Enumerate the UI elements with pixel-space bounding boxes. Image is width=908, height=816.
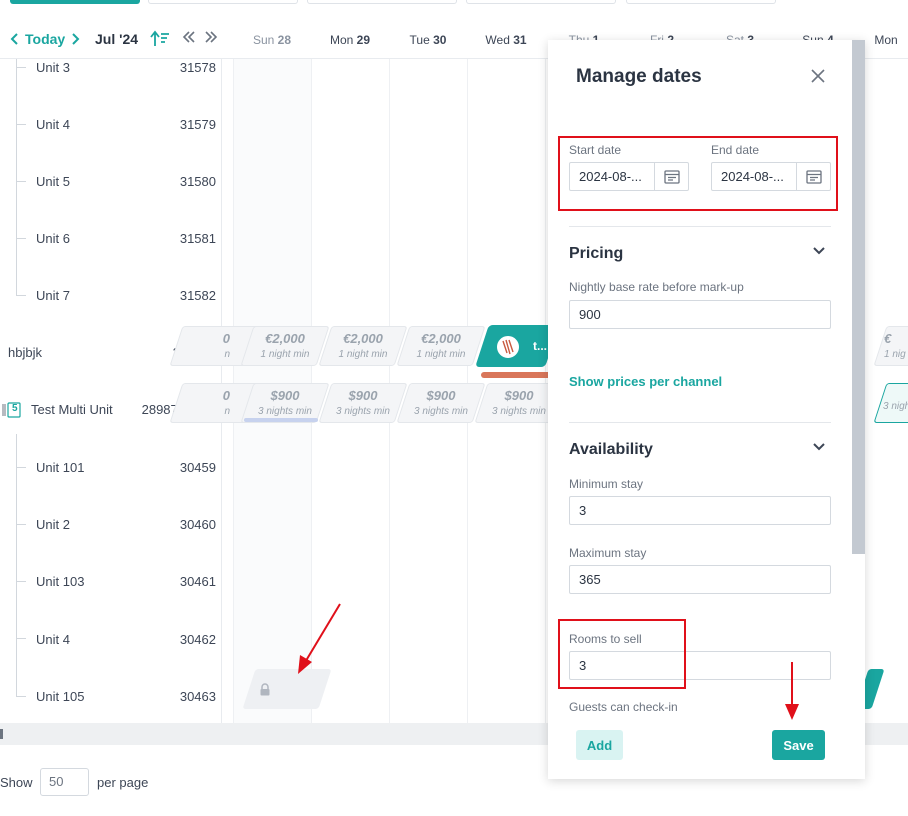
manage-dates-panel: Manage dates Start date End date 2024-08…: [548, 40, 865, 779]
unit-row[interactable]: Unit 3 31578: [0, 60, 222, 117]
rate-cell-text: $900 3 nights min: [336, 388, 390, 417]
rate-cell-text: 0n: [222, 388, 230, 417]
double-chevron-right-icon[interactable]: [204, 30, 218, 47]
guests-check-in-label: Guests can check-in: [569, 700, 678, 714]
maximum-stay-input[interactable]: 365: [569, 565, 831, 594]
day-header: Sun 28: [252, 33, 292, 47]
rate-cell-text: €2,000 1 night min: [338, 331, 388, 360]
unit-row[interactable]: Unit 6 31581: [0, 231, 222, 288]
view-tab-active[interactable]: [10, 0, 140, 4]
rate-cell-text: €2,000 1 night min: [260, 331, 310, 360]
double-chevron-left-icon[interactable]: [182, 30, 196, 47]
calendar-icon[interactable]: [796, 163, 830, 190]
view-tab[interactable]: [307, 0, 457, 4]
rate-cell-text: 3 nigh: [883, 401, 908, 412]
end-date-label: End date: [711, 143, 760, 157]
unit-row[interactable]: Unit 4 30462: [0, 632, 222, 689]
modal-title: Manage dates: [576, 66, 702, 87]
start-date-field[interactable]: 2024-08-...: [569, 162, 689, 191]
rate-cell-text: €1 nig: [884, 331, 906, 360]
per-page-input[interactable]: 50: [40, 768, 89, 796]
chevron-right-icon: [72, 33, 80, 45]
day-header: Tue 30: [409, 33, 447, 47]
minimum-stay-input[interactable]: 3: [569, 496, 831, 525]
rate-cell-text: $900 3 nights min: [258, 388, 312, 417]
today-label: Today: [25, 31, 66, 47]
rate-cell-text: €2,000 1 night min: [416, 331, 466, 360]
booking-label: t...: [533, 339, 547, 353]
rate-cell-text: $900 3 nights min: [414, 388, 468, 417]
calendar-icon[interactable]: [654, 163, 688, 190]
chevron-down-icon[interactable]: [812, 442, 826, 452]
end-date-field[interactable]: 2024-08-...: [711, 162, 831, 191]
divider: [569, 226, 831, 227]
chevron-down-icon[interactable]: [812, 246, 826, 256]
multi-unit-count: 5: [12, 403, 18, 414]
add-button[interactable]: Add: [576, 730, 623, 760]
close-icon[interactable]: [809, 67, 827, 85]
show-label: Show: [0, 775, 33, 790]
month-label[interactable]: Jul '24: [95, 31, 138, 47]
unit-row[interactable]: Unit 2 30460: [0, 517, 222, 574]
end-date-value: 2024-08-...: [721, 169, 784, 184]
unit-row[interactable]: Unit 103 30461: [0, 574, 222, 631]
today-button[interactable]: Today: [10, 31, 80, 47]
booking-status-bar: [481, 372, 551, 378]
nightly-rate-input[interactable]: 900: [569, 300, 831, 329]
sort-icon[interactable]: [150, 30, 170, 51]
annotation-arrow-icon: [785, 662, 799, 720]
maximum-stay-label: Maximum stay: [569, 546, 647, 560]
day-header: Mon 29: [329, 33, 371, 47]
view-tab[interactable]: [626, 0, 776, 4]
pricing-section-title[interactable]: Pricing: [569, 245, 623, 263]
unit-row[interactable]: Unit 101 30459: [0, 460, 222, 517]
lock-icon: [260, 683, 270, 696]
divider: [569, 422, 831, 423]
per-page-label: per page: [97, 775, 149, 790]
save-button[interactable]: Save: [772, 730, 825, 760]
availability-section-title[interactable]: Availability: [569, 441, 653, 459]
unit-row[interactable]: Unit 5 31580: [0, 174, 222, 231]
view-tab[interactable]: [148, 0, 298, 4]
day-header: Wed 31: [485, 33, 527, 47]
chevron-left-icon: [10, 33, 18, 45]
show-prices-per-channel-link[interactable]: Show prices per channel: [569, 374, 722, 389]
start-date-value: 2024-08-...: [579, 169, 642, 184]
guest-avatar: [497, 336, 519, 358]
unit-row[interactable]: Unit 4 31579: [0, 117, 222, 174]
panel-scrollbar-thumb[interactable]: [852, 40, 865, 554]
rooms-to-sell-label: Rooms to sell: [569, 632, 642, 646]
start-date-label: Start date: [569, 143, 622, 157]
rate-cell-text: $900 3 nights min: [492, 388, 546, 417]
view-tab[interactable]: [466, 0, 616, 4]
scrollbar-thumb[interactable]: [0, 729, 3, 739]
availability-bar: [244, 418, 318, 422]
minimum-stay-label: Minimum stay: [569, 477, 644, 491]
annotation-arrow-icon: [298, 603, 341, 674]
rate-cell-text: 0n: [222, 331, 230, 360]
nightly-rate-label: Nightly base rate before mark-up: [569, 280, 744, 294]
